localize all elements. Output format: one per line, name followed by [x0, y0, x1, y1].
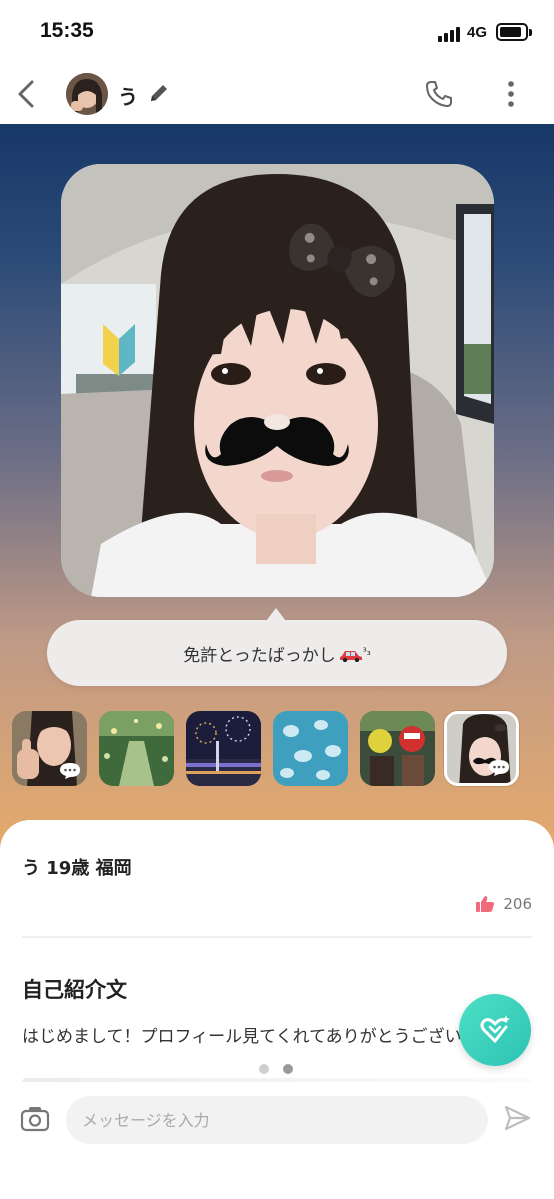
thumb-characters[interactable]: [360, 711, 435, 786]
selfie-photo: [61, 164, 494, 597]
likes-count: 206: [503, 895, 532, 913]
profile-photo[interactable]: [61, 164, 494, 597]
caption-bubble: 免許とったばっかし ³₃: [47, 620, 507, 686]
camera-button[interactable]: [20, 1106, 50, 1132]
edit-name-button[interactable]: [148, 82, 170, 104]
page-indicator: [259, 1064, 299, 1074]
heart-sparkle-icon: [480, 1015, 510, 1043]
battery-icon: [496, 23, 532, 41]
photo-thumbnails: [12, 711, 542, 791]
chevron-left-icon: [18, 80, 34, 108]
caption-text-row: 免許とったばっかし ³₃: [47, 641, 507, 666]
bio-title: 自己紹介文: [22, 978, 127, 1002]
avatar[interactable]: [66, 73, 108, 115]
send-button[interactable]: [503, 1104, 531, 1132]
network-type: 4G: [467, 24, 488, 41]
likes[interactable]: 206: [475, 894, 532, 914]
message-input[interactable]: [66, 1096, 488, 1144]
phone-icon: [426, 81, 452, 107]
more-options-button[interactable]: [500, 78, 522, 110]
divider: [22, 936, 532, 938]
thumb-selfie-mustache[interactable]: [444, 711, 519, 786]
thumbs-up-icon: [476, 896, 495, 912]
car-icon: [339, 651, 362, 662]
chat-bubble-icon: [489, 760, 509, 776]
like-fab-button[interactable]: [459, 994, 531, 1066]
send-icon: [504, 1105, 531, 1131]
page-dot-active: [283, 1064, 293, 1074]
pencil-icon: [151, 85, 167, 101]
profile-summary: う 19歳 福岡: [22, 858, 132, 879]
chat-bubble-icon: [60, 763, 80, 779]
caption-suffix: ³₃: [362, 647, 371, 658]
signal-strength-icon: [438, 26, 464, 42]
chat-header: う: [0, 64, 554, 124]
thumb-fireworks[interactable]: [186, 711, 261, 786]
back-button[interactable]: [10, 76, 46, 112]
contact-name[interactable]: う: [118, 81, 138, 110]
thumb-garden-lights[interactable]: [99, 711, 174, 786]
thumb-jellyfish[interactable]: [273, 711, 348, 786]
message-input-bar: [0, 1082, 554, 1199]
caption-text: 免許とったばっかし: [183, 646, 336, 666]
more-vertical-icon: [508, 81, 514, 107]
status-bar: 15:35 4G: [0, 0, 554, 64]
page-dot: [259, 1064, 269, 1074]
thumb-thumbsup[interactable]: [12, 711, 87, 786]
status-time: 15:35: [40, 19, 94, 42]
call-button[interactable]: [424, 79, 454, 109]
camera-icon: [20, 1107, 50, 1132]
profile-hero: 免許とったばっかし ³₃: [0, 124, 554, 864]
